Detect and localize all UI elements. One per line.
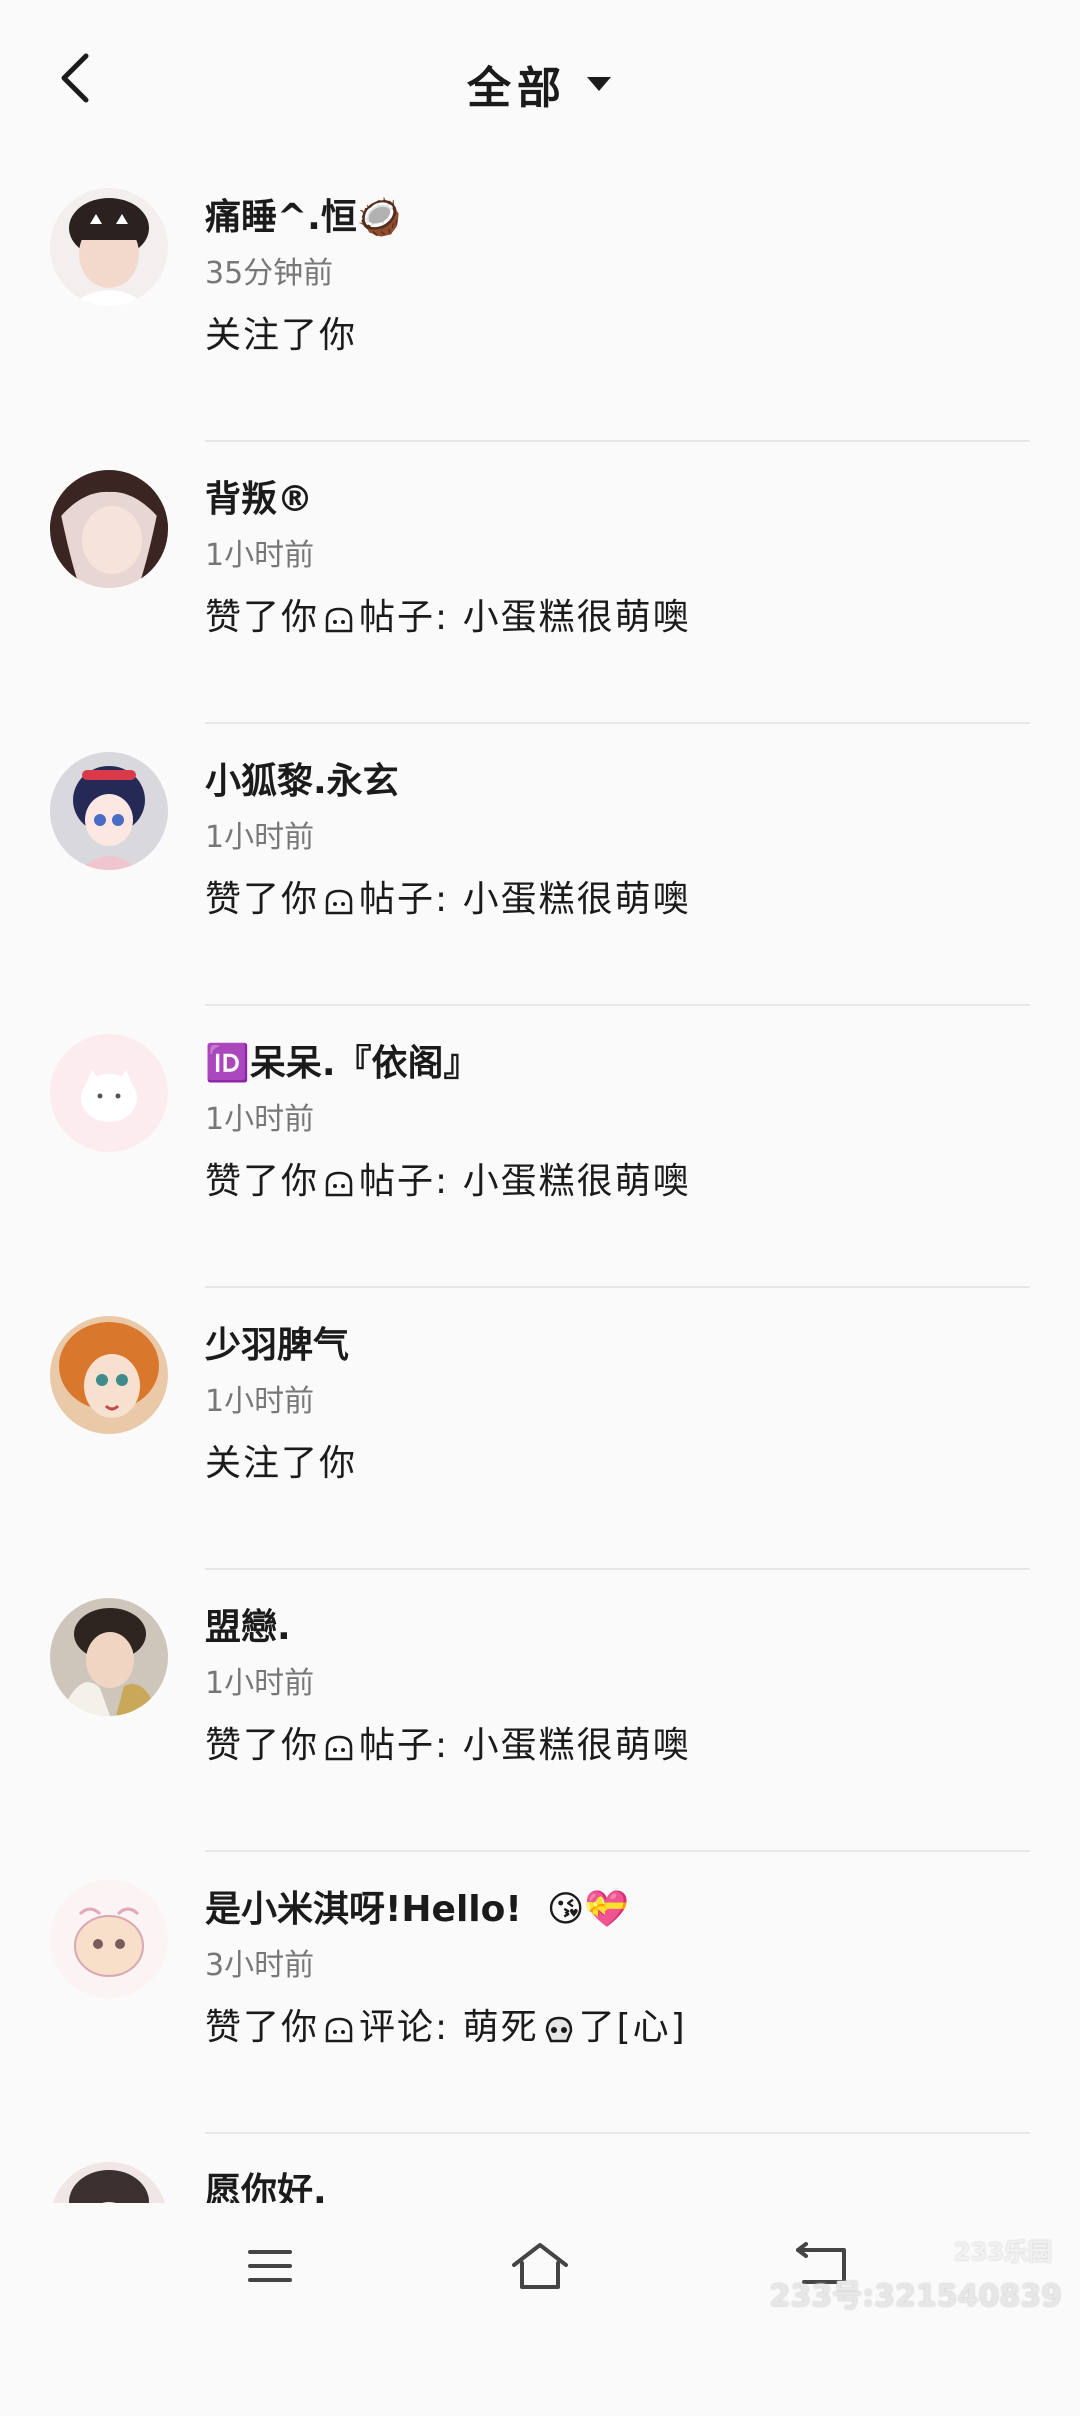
post-label: 评论: bbox=[359, 2007, 450, 2048]
notification-text: 赞了你 帖子: 小蛋糕很萌噢 bbox=[205, 1716, 691, 1772]
timestamp: 3小时前 bbox=[205, 1948, 315, 1983]
caret-down-icon bbox=[587, 77, 611, 91]
action-text: 赞了你 bbox=[205, 2007, 320, 2048]
avatar[interactable] bbox=[50, 1034, 168, 1152]
bread-icon bbox=[323, 603, 355, 644]
action-text: 赞了你 bbox=[205, 1725, 320, 1766]
post-label: 帖子: bbox=[359, 1161, 450, 1202]
user-name[interactable]: 是小米淇呀!Hello! 😘💝 bbox=[205, 1880, 629, 1932]
list-item[interactable]: 是小米淇呀!Hello! 😘💝 3小时前 赞了你 评论: 萌死 了[心] bbox=[0, 1852, 1080, 2134]
user-name-text: 痛睡^.恒 bbox=[205, 197, 357, 238]
avatar[interactable] bbox=[50, 1316, 168, 1434]
bread-icon bbox=[323, 1167, 355, 1208]
timestamp: 1小时前 bbox=[205, 1102, 315, 1137]
user-name[interactable]: 痛睡^.恒🥥 bbox=[205, 188, 402, 240]
timestamp: 1小时前 bbox=[205, 538, 315, 573]
menu-icon bbox=[248, 2250, 292, 2282]
user-name[interactable]: 背叛® bbox=[205, 470, 313, 522]
coconut-icon: 🥥 bbox=[356, 197, 402, 238]
action-text: 关注了你 bbox=[205, 315, 358, 356]
avatar[interactable] bbox=[50, 188, 168, 306]
skull-icon bbox=[543, 2013, 575, 2054]
list-item[interactable]: 少羽脾气 1小时前 关注了你 bbox=[0, 1288, 1080, 1570]
list-item[interactable]: 🆔呆呆.『依阁』 1小时前 赞了你 帖子: 小蛋糕很萌噢 bbox=[0, 1006, 1080, 1288]
post-title-link[interactable]: 小蛋糕很萌噢 bbox=[463, 1161, 691, 1202]
timestamp: 1小时前 bbox=[205, 1384, 315, 1419]
avatar[interactable] bbox=[50, 470, 168, 588]
avatar[interactable] bbox=[50, 1598, 168, 1716]
top-bar: 全部 bbox=[0, 0, 1080, 160]
bottom-nav-bar: 233乐园 233号:321540839 bbox=[0, 2203, 1080, 2333]
post-label: 帖子: bbox=[359, 879, 450, 920]
user-name[interactable]: 小狐黎.永玄 bbox=[205, 752, 399, 804]
notification-text: 赞了你 帖子: 小蛋糕很萌噢 bbox=[205, 1152, 691, 1208]
avatar[interactable] bbox=[50, 752, 168, 870]
user-name-text: 是小米淇呀!Hello! bbox=[205, 1889, 522, 1930]
avatar[interactable] bbox=[50, 1880, 168, 1998]
notification-list: 痛睡^.恒🥥 35分钟前 关注了你 背叛® 1小时前 赞了你 帖子: 小蛋糕很萌噢 bbox=[0, 160, 1080, 2416]
list-item[interactable]: 小狐黎.永玄 1小时前 赞了你 帖子: 小蛋糕很萌噢 bbox=[0, 724, 1080, 1006]
post-title-link[interactable]: 小蛋糕很萌噢 bbox=[463, 879, 691, 920]
action-text: 赞了你 bbox=[205, 879, 320, 920]
timestamp: 1小时前 bbox=[205, 1666, 315, 1701]
post-label: 帖子: bbox=[359, 1725, 450, 1766]
notification-text: 赞了你 帖子: 小蛋糕很萌噢 bbox=[205, 870, 691, 926]
post-title-link[interactable]: 小蛋糕很萌噢 bbox=[463, 597, 691, 638]
id-badge-icon: 🆔 bbox=[205, 1043, 250, 1084]
user-name[interactable]: 盟戀. bbox=[205, 1598, 291, 1650]
action-text: 赞了你 bbox=[205, 597, 320, 638]
watermark-logo: 233乐园 bbox=[953, 2238, 1052, 2266]
bread-icon bbox=[323, 885, 355, 926]
home-button[interactable] bbox=[500, 2231, 580, 2301]
menu-button[interactable] bbox=[230, 2231, 310, 2301]
user-name[interactable]: 🆔呆呆.『依阁』 bbox=[205, 1034, 480, 1086]
timestamp: 35分钟前 bbox=[205, 256, 334, 291]
post-label: 帖子: bbox=[359, 597, 450, 638]
action-text: 关注了你 bbox=[205, 1443, 358, 1484]
page-title: 全部 bbox=[467, 63, 567, 114]
list-item[interactable]: 盟戀. 1小时前 赞了你 帖子: 小蛋糕很萌噢 bbox=[0, 1570, 1080, 1852]
post-title-link[interactable]: 小蛋糕很萌噢 bbox=[463, 1725, 691, 1766]
watermark-text: 233号:321540839 bbox=[769, 2279, 1063, 2314]
notification-text: 关注了你 bbox=[205, 306, 357, 358]
list-item[interactable]: 背叛® 1小时前 赞了你 帖子: 小蛋糕很萌噢 bbox=[0, 442, 1080, 724]
notification-text: 赞了你 帖子: 小蛋糕很萌噢 bbox=[205, 588, 691, 644]
bread-icon bbox=[323, 1731, 355, 1772]
notification-text: 关注了你 bbox=[205, 1434, 357, 1486]
timestamp: 1小时前 bbox=[205, 820, 315, 855]
comment-tail: 了[心] bbox=[578, 2007, 687, 2048]
bread-icon bbox=[323, 2013, 355, 2054]
action-text: 赞了你 bbox=[205, 1161, 320, 1202]
kiss-heart-icon: 😘💝 bbox=[546, 1889, 630, 1930]
home-icon bbox=[512, 2243, 568, 2289]
user-name-text: 呆呆.『依阁』 bbox=[249, 1043, 480, 1084]
comment-text[interactable]: 萌死 bbox=[463, 2007, 539, 2048]
filter-dropdown[interactable]: 全部 bbox=[0, 52, 1080, 116]
list-item[interactable]: 痛睡^.恒🥥 35分钟前 关注了你 bbox=[0, 160, 1080, 442]
user-name[interactable]: 少羽脾气 bbox=[205, 1316, 349, 1368]
notification-text: 赞了你 评论: 萌死 了[心] bbox=[205, 1998, 687, 2054]
